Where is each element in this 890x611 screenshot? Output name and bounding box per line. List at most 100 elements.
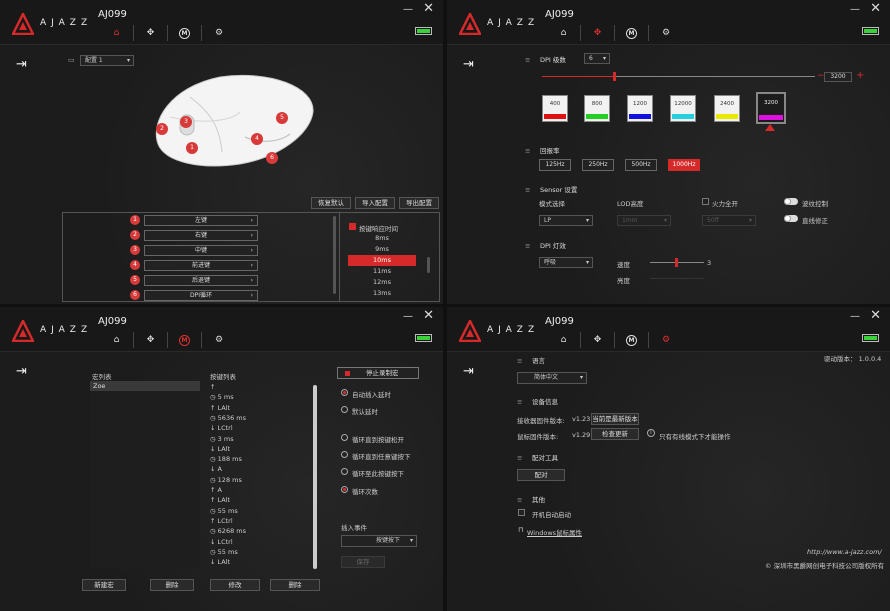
- speed-slider-thumb[interactable]: [675, 258, 678, 267]
- check-update-button[interactable]: 检查更新: [591, 428, 639, 440]
- back-icon[interactable]: ⇥: [16, 57, 32, 72]
- lod-select[interactable]: 1mm ▾: [617, 215, 671, 226]
- mouse-button-badge-4[interactable]: 4: [251, 133, 263, 145]
- language-select[interactable]: 简体中文 ▾: [517, 372, 587, 384]
- key-row[interactable]: 2 右键 ›: [128, 230, 260, 241]
- dpi-value-input[interactable]: 3200: [824, 72, 852, 82]
- key-assign-button[interactable]: 中键 ›: [144, 245, 258, 256]
- close-button[interactable]: ✕: [423, 308, 434, 323]
- nav-home-button[interactable]: ⌂: [100, 332, 134, 348]
- polling-rate-option[interactable]: 250Hz: [582, 159, 614, 171]
- dpi-level-card[interactable]: 1200: [627, 95, 653, 122]
- debounce-option-selected[interactable]: 10ms: [348, 255, 416, 266]
- macro-event-row[interactable]: ↑: [210, 383, 217, 393]
- back-icon[interactable]: ⇥: [463, 57, 479, 72]
- angle-toggle[interactable]: [784, 215, 798, 222]
- macro-list-item[interactable]: Zoe: [90, 381, 200, 391]
- loop-count-radio[interactable]: [341, 486, 348, 493]
- macro-event-row[interactable]: ◷ 5 ms: [210, 393, 234, 403]
- windows-mouse-link[interactable]: Windows鼠标属性: [527, 527, 582, 537]
- insert-event-select[interactable]: 按键按下 ▾: [341, 535, 417, 547]
- modify-key-button[interactable]: 修改: [210, 579, 260, 591]
- dpi-slider-thumb[interactable]: [613, 72, 616, 81]
- key-row[interactable]: 4 前进键 ›: [128, 260, 260, 271]
- macro-event-row[interactable]: ↓ LAlt: [210, 558, 230, 568]
- polling-rate-option[interactable]: 125Hz: [539, 159, 571, 171]
- debounce-option[interactable]: 11ms: [348, 266, 416, 277]
- macro-event-row[interactable]: ↑ LCtrl: [210, 517, 233, 527]
- macro-event-row[interactable]: ◷ 188 ms: [210, 455, 242, 465]
- close-button[interactable]: ✕: [423, 1, 434, 16]
- export-config-button[interactable]: 导出配置: [399, 197, 439, 209]
- pair-button[interactable]: 配对: [517, 469, 565, 481]
- key-assign-button[interactable]: 前进键 ›: [144, 260, 258, 271]
- polling-rate-option[interactable]: 500Hz: [625, 159, 657, 171]
- loop-any-radio[interactable]: [341, 451, 348, 458]
- nav-macro-button[interactable]: M: [615, 25, 649, 41]
- mouse-button-badge-5[interactable]: 5: [276, 112, 288, 124]
- macro-event-row[interactable]: ↑ LAlt: [210, 496, 230, 506]
- minimize-button[interactable]: —: [403, 311, 413, 322]
- plus-icon[interactable]: +: [856, 70, 864, 81]
- nav-home-button[interactable]: ⌂: [547, 25, 581, 41]
- nav-macro-button[interactable]: M: [168, 332, 202, 348]
- minimize-button[interactable]: —: [850, 4, 860, 15]
- loop-press-radio[interactable]: [341, 468, 348, 475]
- nav-settings-button[interactable]: ⚙: [649, 25, 683, 41]
- default-delay-radio[interactable]: [341, 406, 348, 413]
- nav-home-button[interactable]: ⌂: [100, 25, 134, 41]
- delete-key-button[interactable]: 删除: [270, 579, 320, 591]
- close-button[interactable]: ✕: [870, 1, 881, 16]
- back-icon[interactable]: ⇥: [16, 364, 32, 379]
- macro-event-row[interactable]: ↑ LAlt: [210, 404, 230, 414]
- dpi-level-card[interactable]: 2400: [714, 95, 740, 122]
- nav-dpi-button[interactable]: ✥: [581, 332, 615, 348]
- ripple-toggle[interactable]: [784, 198, 798, 205]
- nav-macro-button[interactable]: M: [615, 332, 649, 348]
- nav-dpi-button[interactable]: ✥: [581, 25, 615, 41]
- key-row[interactable]: 3 中键 ›: [128, 245, 260, 256]
- key-assign-button[interactable]: 后退键 ›: [144, 275, 258, 286]
- restore-default-button[interactable]: 恢复默认: [311, 197, 351, 209]
- key-assign-button[interactable]: DPI循环 ›: [144, 290, 258, 301]
- fire-checkbox[interactable]: [702, 198, 709, 205]
- debounce-scrollbar[interactable]: [427, 257, 430, 273]
- key-assign-button[interactable]: 左键 ›: [144, 215, 258, 226]
- key-row[interactable]: 6 DPI循环 ›: [128, 290, 260, 301]
- macro-event-row[interactable]: ◷ 55 ms: [210, 507, 238, 517]
- macro-event-row[interactable]: ◷ 5636 ms: [210, 414, 246, 424]
- event-list-scrollbar[interactable]: [313, 385, 317, 569]
- profile-select[interactable]: 配置 1 ▾: [80, 55, 134, 66]
- back-icon[interactable]: ⇥: [463, 364, 479, 379]
- macro-event-row[interactable]: ↓ A: [210, 465, 222, 475]
- key-assign-button[interactable]: 右键 ›: [144, 230, 258, 241]
- debounce-option[interactable]: 9ms: [348, 244, 416, 255]
- macro-event-row[interactable]: ◷ 128 ms: [210, 476, 242, 486]
- dpi-level-select[interactable]: 6 ▾: [584, 53, 610, 64]
- macro-event-row[interactable]: ↓ LCtrl: [210, 424, 233, 434]
- key-row[interactable]: 5 后退键 ›: [128, 275, 260, 286]
- mouse-button-badge-6[interactable]: 6: [266, 152, 278, 164]
- mouse-button-badge-3[interactable]: 3: [180, 116, 192, 128]
- minimize-button[interactable]: —: [403, 4, 413, 15]
- mode-select[interactable]: LP ▾: [539, 215, 593, 226]
- auto-delay-radio[interactable]: [341, 389, 348, 396]
- key-row[interactable]: 1 左键 ›: [128, 215, 260, 226]
- nav-macro-button[interactable]: M: [168, 25, 202, 41]
- debounce-option[interactable]: 12ms: [348, 277, 416, 288]
- save-button[interactable]: 保存: [341, 556, 385, 568]
- new-macro-button[interactable]: 新建宏: [82, 579, 126, 591]
- receiver-update-button[interactable]: 当前是最新版本: [591, 413, 639, 425]
- key-list-scrollbar[interactable]: [333, 216, 336, 294]
- debounce-option[interactable]: 8ms: [348, 233, 416, 244]
- website-url[interactable]: http://www.a-jazz.com/: [807, 548, 882, 556]
- nav-dpi-button[interactable]: ✥: [134, 25, 168, 41]
- delete-macro-button[interactable]: 删除: [150, 579, 194, 591]
- macro-event-row[interactable]: ◷ 3 ms: [210, 435, 234, 445]
- debounce-option[interactable]: 13ms: [348, 288, 416, 299]
- fire-select[interactable]: 50ff ▾: [702, 215, 756, 226]
- macro-event-row[interactable]: ◷ 55 ms: [210, 548, 238, 558]
- dpi-level-card[interactable]: 12000: [670, 95, 696, 122]
- loop-release-radio[interactable]: [341, 434, 348, 441]
- brightness-slider-track[interactable]: [650, 278, 704, 279]
